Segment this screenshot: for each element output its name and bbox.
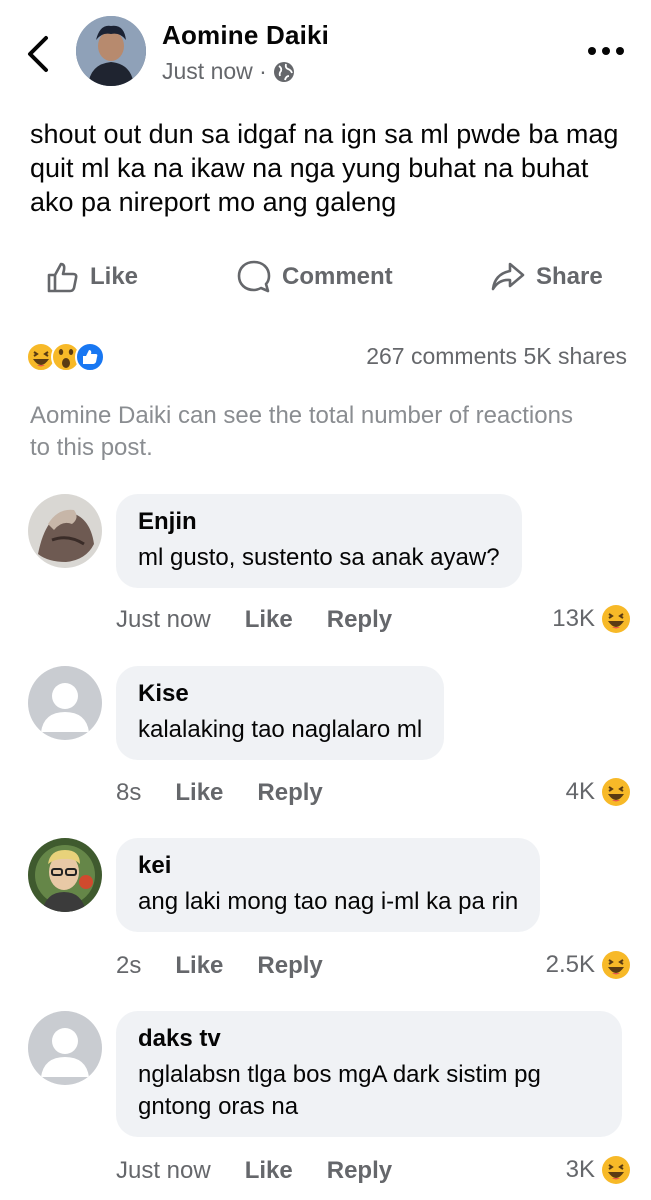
comment-reaction-count[interactable]: 4K <box>566 777 631 807</box>
globe-icon <box>273 61 294 82</box>
comment-time: Just now <box>116 1157 211 1184</box>
comment-bubble: daks tv nglalabsn tlga bos mgA dark sist… <box>116 1011 622 1137</box>
haha-emoji-icon <box>602 1156 630 1184</box>
comment-bubble-icon <box>237 260 271 293</box>
comment-reaction-count[interactable]: 3K <box>566 1155 631 1185</box>
author-name[interactable]: Aomine Daiki <box>162 20 329 51</box>
comment-text: nglalabsn tlga bos mgA dark sistim pg gn… <box>138 1061 541 1120</box>
reaction-count: 2.5K <box>545 951 595 978</box>
comment-time: 2s <box>116 952 142 979</box>
back-chevron-icon <box>28 36 48 72</box>
commenter-avatar[interactable] <box>28 1011 102 1085</box>
commenter-name[interactable]: kei <box>138 852 518 880</box>
comment-reply-button[interactable]: Reply <box>257 779 322 807</box>
comment-time: Just now <box>116 606 211 633</box>
comment-meta: 2s Like Reply <box>116 952 323 980</box>
like-button[interactable]: Like <box>46 255 138 299</box>
comment-reaction-count[interactable]: 13K <box>552 604 631 634</box>
like-thumb-icon <box>47 262 78 293</box>
reactions-summary[interactable] <box>26 340 116 374</box>
post-time[interactable]: Just now · <box>162 58 267 85</box>
comment-time: 8s <box>116 779 142 806</box>
commenter-avatar[interactable] <box>28 494 102 568</box>
comments-shares-count[interactable]: 267 comments 5K shares <box>366 343 627 370</box>
post-text: shout out dun sa idgaf na ign sa ml pwde… <box>30 119 619 217</box>
like-reaction-icon <box>75 342 105 372</box>
comment-text: ang laki mong tao nag i-ml ka pa rin <box>138 888 519 915</box>
reaction-count: 3K <box>565 1156 595 1183</box>
reaction-count: 13K <box>552 605 595 632</box>
comment-text: ml gusto, sustento sa anak ayaw? <box>138 544 500 571</box>
haha-emoji-icon <box>602 778 630 806</box>
comment-bubble: Enjin ml gusto, sustento sa anak ayaw? <box>116 494 522 588</box>
more-options-button[interactable] <box>584 38 628 64</box>
comment-meta: Just now Like Reply <box>116 1157 392 1185</box>
more-dots-icon <box>588 47 624 55</box>
comment-label: Comment <box>282 263 393 290</box>
like-label: Like <box>90 263 139 290</box>
share-button[interactable]: Share <box>490 255 603 299</box>
comment-bubble: Kise kalalaking tao naglalaro ml <box>116 666 445 760</box>
share-label: Share <box>536 263 603 290</box>
commenter-avatar[interactable] <box>28 666 102 740</box>
haha-emoji-icon <box>26 342 56 372</box>
comment-text: kalalaking tao naglalaro ml <box>138 716 423 743</box>
commenter-avatar[interactable] <box>28 838 102 912</box>
comment-reply-button[interactable]: Reply <box>257 952 322 980</box>
reactions-note: Aomine Daiki can see the total number of… <box>30 402 573 461</box>
post-meta: Just now · <box>162 58 295 85</box>
comment-like-button[interactable]: Like <box>175 779 223 807</box>
comment-meta: Just now Like Reply <box>116 606 392 634</box>
share-arrow-icon <box>491 262 525 291</box>
haha-emoji-icon <box>602 951 630 979</box>
comment-bubble: kei ang laki mong tao nag i-ml ka pa rin <box>116 838 541 932</box>
comment-meta: 8s Like Reply <box>116 779 323 807</box>
comment-reaction-count[interactable]: 2.5K <box>546 950 631 980</box>
commenter-name[interactable]: Enjin <box>138 508 500 536</box>
comment-like-button[interactable]: Like <box>245 1157 293 1185</box>
author-avatar[interactable] <box>76 16 146 86</box>
commenter-name[interactable]: Kise <box>138 680 422 708</box>
comment-reply-button[interactable]: Reply <box>327 1157 392 1185</box>
comment-button[interactable]: Comment <box>236 255 393 299</box>
commenter-name[interactable]: daks tv <box>138 1025 600 1053</box>
comment-like-button[interactable]: Like <box>175 952 223 980</box>
reaction-count: 4K <box>565 778 595 805</box>
comment-like-button[interactable]: Like <box>245 606 293 634</box>
back-button[interactable] <box>20 30 60 78</box>
comment-reply-button[interactable]: Reply <box>327 606 392 634</box>
haha-emoji-icon <box>602 605 630 633</box>
